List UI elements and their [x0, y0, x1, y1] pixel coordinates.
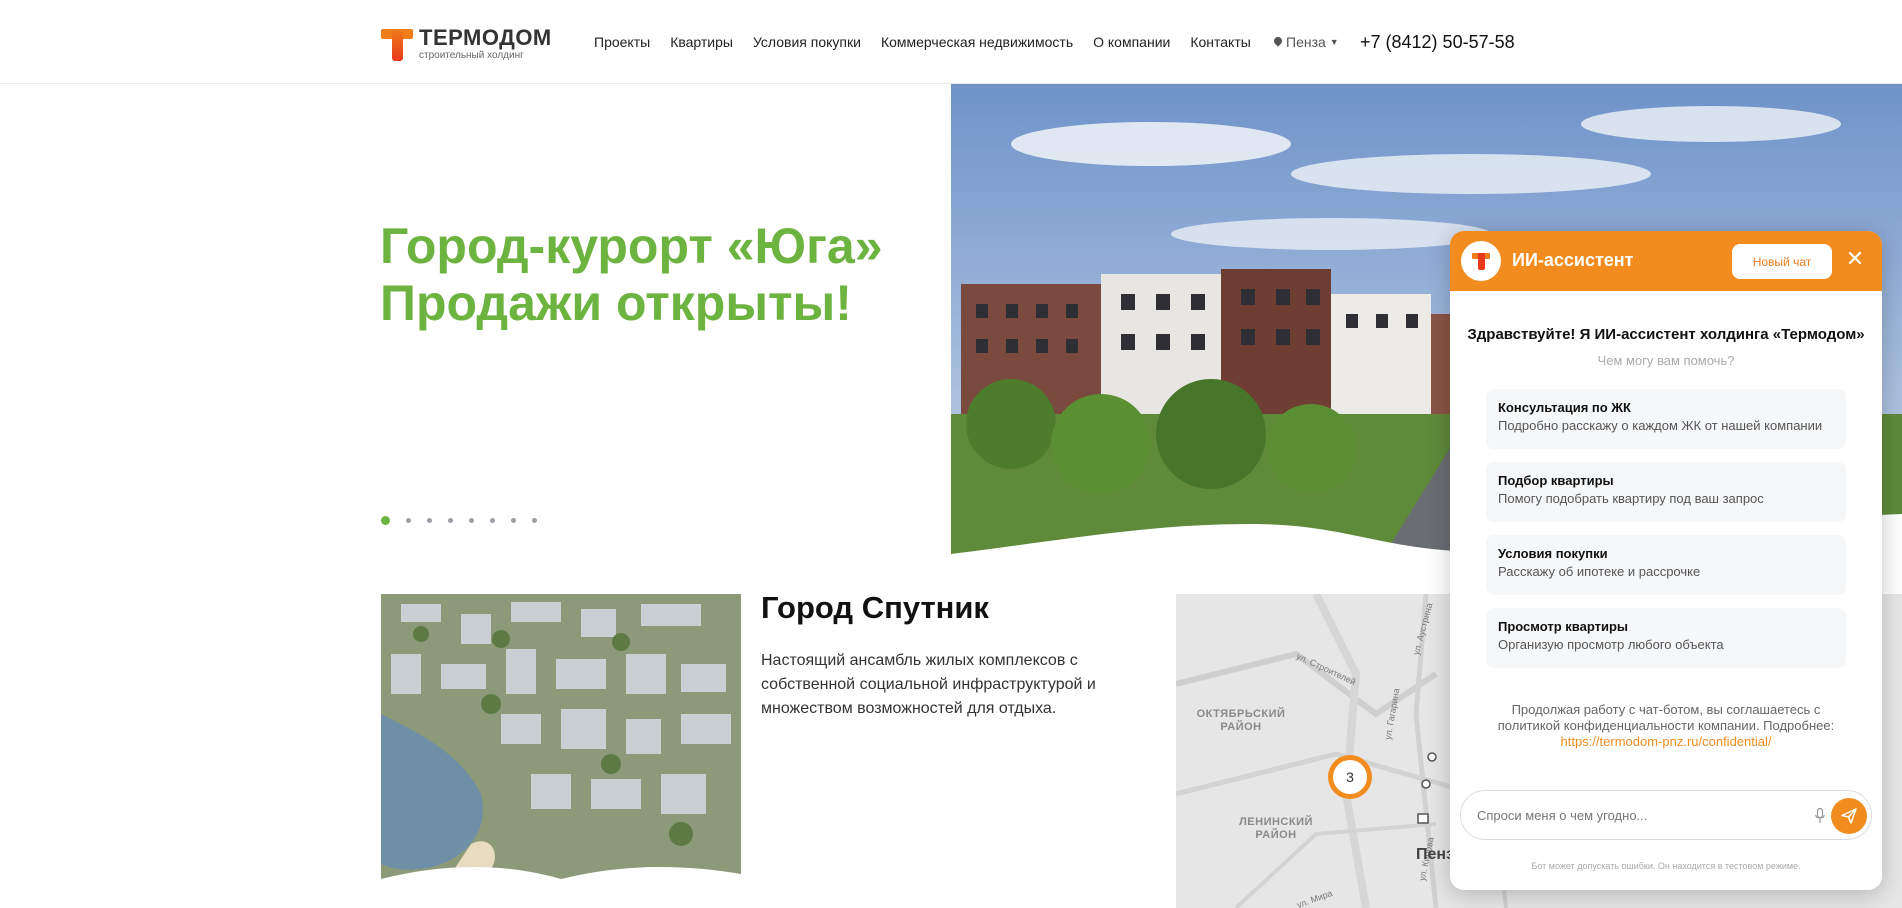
cluster-count: 3	[1333, 760, 1367, 794]
slider-dot[interactable]	[448, 518, 453, 523]
slider-dot[interactable]	[532, 518, 537, 523]
privacy-consent: Продолжая работу с чат-ботом, вы соглаша…	[1480, 702, 1852, 750]
section-title: Город Спутник	[761, 590, 989, 625]
slider-dot[interactable]	[490, 518, 495, 523]
page: ТЕРМОДОМ строительный холдинг Проекты Кв…	[0, 0, 1902, 908]
chat-option-desc: Подробно расскажу о каждом ЖК от нашей к…	[1498, 418, 1823, 433]
slider-dot[interactable]	[381, 516, 390, 525]
chat-option-desc: Организую просмотр любого объекта	[1498, 637, 1724, 652]
section-description: Настоящий ансамбль жилых комплексов с со…	[761, 652, 1096, 717]
chat-option-apartment-selection[interactable]: Подбор квартиры Помогу подобрать квартир…	[1486, 462, 1846, 522]
assistant-avatar-icon	[1461, 241, 1501, 281]
privacy-link[interactable]: https://termodom-pnz.ru/confidential/	[1480, 734, 1852, 750]
chat-option-desc: Расскажу об ипотеке и рассрочке	[1498, 564, 1701, 579]
slider-dot[interactable]	[427, 518, 432, 523]
chat-greeting: Здравствуйте! Я ИИ-ассистент холдинга «Т…	[1467, 326, 1865, 343]
consent-text: Продолжая работу с чат-ботом, вы соглаша…	[1497, 702, 1835, 733]
nav-item-purchase-terms[interactable]: Условия покупки	[753, 34, 861, 50]
logo-icon	[381, 27, 413, 61]
logo-name: ТЕРМОДОМ	[419, 25, 552, 50]
new-chat-button[interactable]: Новый чат	[1732, 244, 1832, 279]
chat-message-input[interactable]	[1477, 805, 1797, 825]
slider-dots	[381, 516, 537, 525]
chat-option-title: Консультация по ЖК	[1498, 400, 1631, 415]
site-header: ТЕРМОДОМ строительный холдинг Проекты Кв…	[0, 0, 1902, 84]
logo[interactable]: ТЕРМОДОМ строительный холдинг	[381, 27, 552, 62]
map-district-label: ОКТЯБРЬСКИЙ РАЙОН	[1196, 708, 1286, 733]
close-icon[interactable]: ✕	[1842, 247, 1868, 273]
nav-item-about[interactable]: О компании	[1093, 34, 1170, 50]
slider-dot[interactable]	[406, 518, 411, 523]
send-icon	[1841, 808, 1857, 824]
phone-number[interactable]: +7 (8412) 50-57-58	[1360, 32, 1515, 53]
chat-option-desc: Помогу подобрать квартиру под ваш запрос	[1498, 491, 1764, 506]
slider-dot[interactable]	[469, 518, 474, 523]
nav-item-contacts[interactable]: Контакты	[1190, 34, 1250, 50]
map-city-label: Пенз	[1416, 846, 1455, 863]
slider-dot[interactable]	[511, 518, 516, 523]
chat-greeting-subtitle: Чем могу вам помочь?	[1597, 353, 1735, 368]
chat-option-title: Просмотр квартиры	[1498, 619, 1628, 634]
chat-option-viewing[interactable]: Просмотр квартиры Организую просмотр люб…	[1486, 608, 1846, 668]
city-selector[interactable]: Пенза ▼	[1274, 34, 1339, 50]
chat-option-purchase-terms[interactable]: Условия покупки Расскажу об ипотеке и ра…	[1486, 535, 1846, 595]
hero-title: Город-курорт «Юга» Продажи открыты!	[380, 218, 883, 332]
chat-disclaimer: Бот может допускать ошибки. Он находится…	[1531, 861, 1801, 871]
chat-title: ИИ-ассистент	[1512, 250, 1634, 270]
nav-item-commercial[interactable]: Коммерческая недвижимость	[881, 34, 1073, 50]
chat-header: ИИ-ассистент Новый чат ✕	[1450, 231, 1882, 291]
hero-title-line2: Продажи открыты!	[380, 275, 852, 331]
logo-subtitle: строительный холдинг	[419, 50, 524, 61]
send-button[interactable]	[1831, 798, 1867, 834]
hero-title-line1: Город-курорт «Юга»	[380, 218, 883, 274]
chat-widget: ИИ-ассистент Новый чат ✕ Здравствуйте! Я…	[1450, 231, 1882, 890]
nav-item-projects[interactable]: Проекты	[594, 34, 650, 50]
chat-input-box	[1460, 790, 1872, 840]
map-cluster-marker[interactable]: 3	[1328, 755, 1372, 799]
chat-option-title: Условия покупки	[1498, 546, 1608, 561]
main-nav: Проекты Квартиры Условия покупки Коммерч…	[594, 34, 1251, 50]
caret-down-icon: ▼	[1329, 37, 1339, 47]
microphone-icon[interactable]	[1815, 808, 1825, 824]
map-district-label: ЛЕНИНСКИЙ РАЙОН	[1239, 816, 1313, 841]
nav-item-apartments[interactable]: Квартиры	[670, 34, 733, 50]
city-name: Пенза	[1286, 34, 1326, 50]
chat-option-consultation[interactable]: Консультация по ЖК Подробно расскажу о к…	[1486, 389, 1846, 449]
chat-option-title: Подбор квартиры	[1498, 473, 1614, 488]
aerial-photo	[381, 594, 741, 884]
location-pin-icon	[1274, 37, 1282, 47]
